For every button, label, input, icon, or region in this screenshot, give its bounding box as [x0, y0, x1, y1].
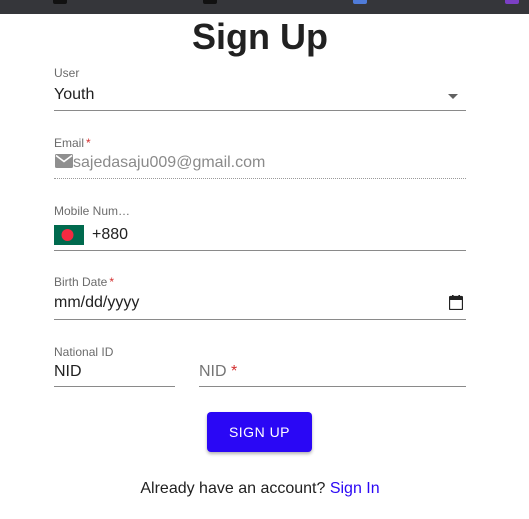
birth-date-label: Birth Date *	[54, 275, 115, 289]
browser-tab-icon	[353, 0, 367, 4]
browser-tab-icon	[505, 0, 519, 4]
nid-placeholder: NID *	[199, 363, 238, 380]
sign-in-prompt: Already have an account? Sign In	[0, 480, 520, 498]
nid-underline	[199, 386, 466, 387]
user-select-underline	[54, 110, 466, 111]
user-select[interactable]: User Youth	[54, 64, 466, 111]
national-id-select[interactable]: National ID NID	[54, 343, 175, 387]
sign-up-button[interactable]: SIGN UP	[207, 412, 312, 452]
browser-tab-icon	[53, 0, 67, 4]
mobile-number-label: Mobile Num…	[54, 204, 131, 218]
national-id-underline	[54, 386, 175, 387]
browser-tab-icon	[203, 0, 217, 4]
birth-date-underline	[54, 319, 466, 320]
email-value: sajedasaju009@gmail.com	[73, 154, 266, 171]
sign-in-prompt-text: Already have an account?	[140, 480, 330, 497]
birth-date-value: mm/dd/yyyy	[54, 294, 140, 311]
national-id-label: National ID	[54, 345, 114, 359]
mobile-number-underline	[54, 250, 466, 251]
nid-input[interactable]: NID *	[199, 343, 466, 387]
birth-date-field[interactable]: Birth Date * mm/dd/yyyy	[54, 273, 466, 320]
email-field[interactable]: Email * sajedasaju009@gmail.com	[54, 134, 466, 179]
required-mark: *	[109, 275, 115, 289]
national-id-value: NID	[54, 363, 82, 380]
calendar-icon[interactable]	[448, 295, 464, 315]
mail-icon	[55, 154, 73, 173]
browser-top-bar	[0, 0, 529, 14]
country-code: +880	[92, 226, 129, 243]
email-underline	[54, 178, 466, 179]
sign-in-link[interactable]: Sign In	[330, 480, 380, 497]
bangladesh-flag-icon[interactable]	[54, 225, 84, 250]
email-label: Email *	[54, 136, 91, 150]
dropdown-arrow-icon[interactable]	[448, 94, 458, 99]
user-select-label: User	[54, 66, 80, 80]
mobile-number-field[interactable]: Mobile Num… +880	[54, 202, 466, 251]
required-mark: *	[86, 136, 91, 150]
page-title: Sign Up	[192, 16, 328, 57]
user-select-value: Youth	[54, 86, 95, 103]
required-mark: *	[231, 363, 238, 380]
